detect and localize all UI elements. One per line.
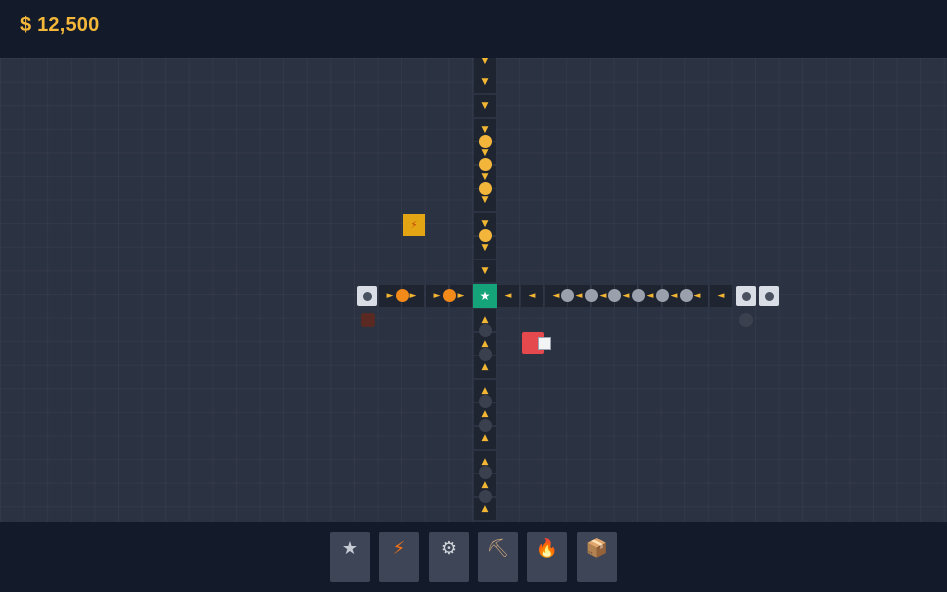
machine-right-2[interactable] xyxy=(759,286,779,306)
fire-icon: 🔥 xyxy=(535,538,559,559)
resource-item-orange xyxy=(443,289,456,302)
belt-arrow-icon: ▼ xyxy=(481,124,489,135)
gear-tool-button[interactable]: ⚙ xyxy=(429,532,469,582)
belt-tile-north[interactable]: ▼ xyxy=(474,260,496,282)
machine-right-1[interactable] xyxy=(736,286,756,306)
belt-arrow-icon: ▼ xyxy=(481,58,489,66)
resource-item-dark xyxy=(479,348,492,361)
belt-tile-east[interactable]: ◄ xyxy=(521,285,543,307)
belt-arrow-icon: ▲ xyxy=(481,479,489,490)
gear-icon: ⚙ xyxy=(440,538,458,559)
money-counter: $ 12,500 xyxy=(20,14,100,36)
belt-arrow-icon: ◄ xyxy=(528,290,536,301)
belt-arrow-icon: ◄ xyxy=(622,290,630,301)
top-bar: $ 12,500 xyxy=(0,0,947,58)
power-resource-tile[interactable]: ⚡ xyxy=(403,214,425,236)
belt-arrow-icon: ▼ xyxy=(481,265,489,276)
power-tool-button[interactable]: ⚡ xyxy=(379,532,419,582)
belt-tile-north[interactable]: ▼ xyxy=(474,95,496,117)
belt-tile-north[interactable]: ▼ xyxy=(474,71,496,93)
ghost-item-right xyxy=(739,313,753,327)
belt-arrow-icon: ► xyxy=(433,290,441,301)
resource-item-silver xyxy=(632,289,645,302)
belt-arrow-icon: ▼ xyxy=(481,218,489,229)
pickaxe-icon: ⛏ xyxy=(486,538,510,559)
belt-arrow-icon: ▲ xyxy=(481,503,489,514)
furnace-tool-button[interactable]: 🔥 xyxy=(527,532,567,582)
belt-arrow-icon: ▼ xyxy=(481,171,489,182)
hub-core[interactable]: ★ xyxy=(473,284,497,308)
box-icon: 📦 xyxy=(585,538,609,559)
belt-arrow-icon: ▲ xyxy=(481,361,489,372)
resource-item-gold xyxy=(479,182,492,195)
belt-arrow-icon: ◄ xyxy=(552,290,560,301)
lightning-icon: ⚡ xyxy=(392,538,406,559)
star-icon: ★ xyxy=(479,289,491,303)
bottom-toolbar: ★ ⚡ ⚙ ⛏ 🔥 📦 xyxy=(0,522,947,592)
belt-arrow-icon: ▼ xyxy=(481,76,489,87)
belt-arrow-icon: ◄ xyxy=(693,290,701,301)
belt-arrow-icon: ► xyxy=(386,290,394,301)
resource-item-dark xyxy=(479,490,492,503)
lightning-icon: ⚡ xyxy=(410,219,418,231)
star-icon: ★ xyxy=(341,538,359,559)
resource-item-gold xyxy=(479,158,492,171)
belt-arrow-icon: ◄ xyxy=(717,290,725,301)
resource-item-gold xyxy=(479,135,492,148)
belt-arrow-icon: ▼ xyxy=(481,100,489,111)
crate-tool-button[interactable]: 📦 xyxy=(577,532,617,582)
belt-tile-east[interactable]: ◄ xyxy=(497,285,519,307)
resource-item-dark xyxy=(479,466,492,479)
belt-arrow-icon: ► xyxy=(457,290,465,301)
machine-left[interactable] xyxy=(357,286,377,306)
belt-arrow-icon: ◄ xyxy=(504,290,512,301)
belt-arrow-icon: ► xyxy=(409,290,417,301)
resource-item-silver xyxy=(608,289,621,302)
belt-arrow-icon: ▲ xyxy=(481,408,489,419)
game-board[interactable]: ⚡ ★ ▼ ▼ ▼ ▼ ▼ ▼ ▼ ▼ ▼ ▼ ▲ ▲ ▲ ▲ ▲ ▲ ▲ ▲ ▲ ► ► ► ► ◄ ◄ ◄ ◄ ◄ ◄ ◄ ◄ ◄ ◄ xyxy=(0,58,947,522)
belt-arrow-icon: ◄ xyxy=(575,290,583,301)
belt-arrow-icon: ▼ xyxy=(481,147,489,158)
machine-port-icon xyxy=(764,291,774,301)
resource-item-dark xyxy=(479,324,492,337)
machine-port-icon xyxy=(741,291,751,301)
resource-item-dark xyxy=(479,419,492,432)
belt-arrow-icon: ◄ xyxy=(670,290,678,301)
placement-cursor-handle[interactable] xyxy=(538,337,551,350)
belt-arrow-icon: ◄ xyxy=(599,290,607,301)
pickaxe-tool-button[interactable]: ⛏ xyxy=(478,532,518,582)
resource-item-silver xyxy=(656,289,669,302)
resource-item-orange xyxy=(396,289,409,302)
belt-tile-east[interactable]: ◄ xyxy=(710,285,732,307)
belt-arrow-icon: ◄ xyxy=(646,290,654,301)
star-tool-button[interactable]: ★ xyxy=(330,532,370,582)
belt-arrow-icon: ▼ xyxy=(481,194,489,205)
resource-item-silver xyxy=(585,289,598,302)
resource-item-silver xyxy=(680,289,693,302)
ghost-item-left xyxy=(361,313,375,327)
resource-item-silver xyxy=(561,289,574,302)
belt-arrow-icon: ▲ xyxy=(481,432,489,443)
machine-port-icon xyxy=(362,291,372,301)
resource-item-gold xyxy=(479,229,492,242)
belt-arrow-icon: ▼ xyxy=(481,242,489,253)
resource-item-dark xyxy=(479,395,492,408)
belt-tile-north[interactable]: ▼ xyxy=(474,58,496,72)
